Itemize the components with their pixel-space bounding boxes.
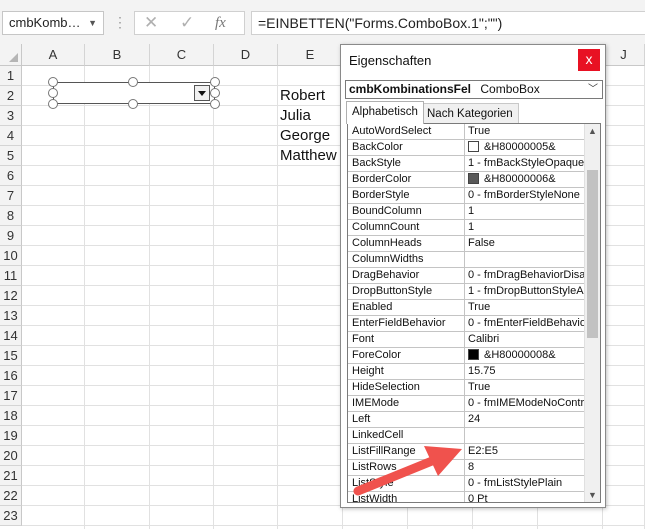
annotation-arrow (353, 446, 462, 496)
tab-alphabetisch[interactable]: Alphabetisch (346, 101, 424, 124)
